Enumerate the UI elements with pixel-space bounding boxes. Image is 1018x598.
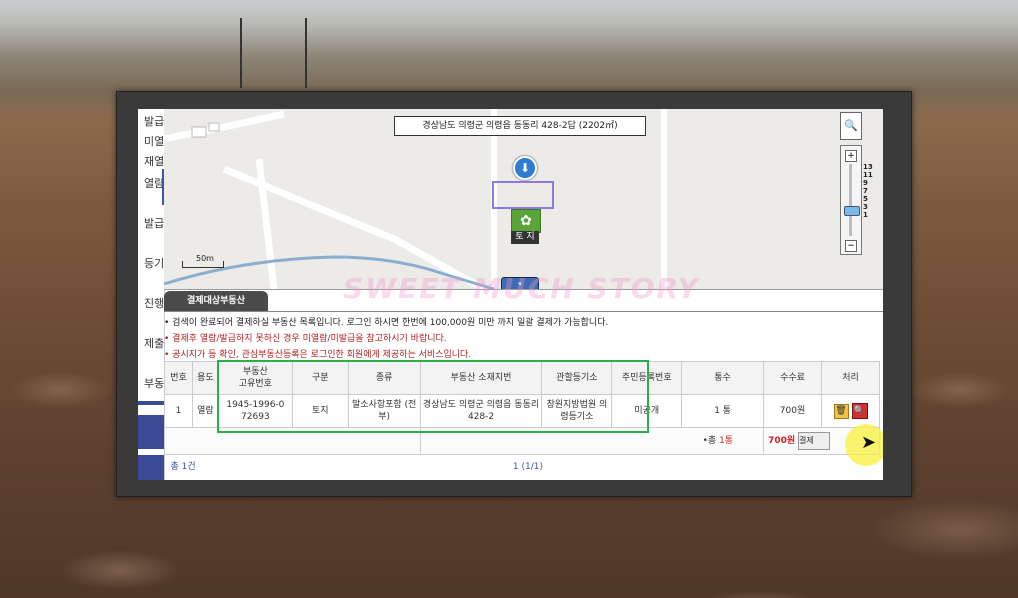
trash-icon[interactable]: 🗑 xyxy=(833,403,849,419)
warning-note: • 결제후 열람/발급하지 못하신 경우 미열람/미발급을 참고하시기 바랍니다… xyxy=(164,334,447,344)
sidebar-item-registry-apply[interactable]: 등기신 xyxy=(144,255,164,271)
warning-note: • 공시지가 등 확인, 관심부동산등록은 로그인한 회원에게 제공하는 서비스… xyxy=(164,350,472,360)
tab-payment-target[interactable]: 결제대상부동산 xyxy=(164,291,268,311)
zoom-out-button[interactable]: − xyxy=(845,240,857,252)
zoom-level-label: 1 xyxy=(863,211,868,219)
sidebar-item-submitted[interactable]: 제출등 xyxy=(144,335,164,351)
sidebar-block xyxy=(138,415,164,449)
col-header-unique-no-label: 부동산 고유번호 xyxy=(238,367,272,389)
cell-category: 토지 xyxy=(291,394,349,428)
sidebar-divider xyxy=(138,401,164,405)
footer-total-count: 총 1건 xyxy=(164,454,293,479)
table-row: 1 열람 1945-1996-0 72693 토지 말소사항포함 (전부) 경상… xyxy=(164,394,880,428)
zoom-control[interactable]: + − xyxy=(840,145,862,255)
col-header-action: 처리 xyxy=(821,361,880,395)
zoom-track[interactable] xyxy=(849,164,852,236)
zoom-levels: 13 11 9 7 5 3 1 xyxy=(863,163,873,219)
cell-copies: 1 통 xyxy=(681,394,765,428)
col-header-fee: 수수료 xyxy=(763,361,822,395)
map-address-title: 경상남도 의령군 의령읍 동동리 428-2답 (2202㎡) xyxy=(394,116,646,136)
search-icon[interactable]: 🔍 xyxy=(851,403,868,419)
summary-row: •총 1통 700원 결제 xyxy=(164,427,880,455)
cell-actions: 🗑 🔍 xyxy=(821,394,880,428)
cell-type: 말소사항포함 (전부) xyxy=(347,394,421,428)
col-header-category: 구분 xyxy=(291,361,349,395)
sidebar-block xyxy=(138,455,164,480)
map-scale-label: 50m xyxy=(196,254,214,263)
browser-viewport: 발급 미열 재열 열람 발급확 등기신 진행등 제출등 부동산 xyxy=(138,109,883,480)
zoom-level-label: 13 xyxy=(863,163,873,171)
parcel-highlight xyxy=(492,181,554,209)
map-view[interactable]: 경상남도 의령군 의령읍 동동리 428-2답 (2202㎡) 50m ⬇ ✿ … xyxy=(164,109,883,290)
table-footer-row: 총 1건 1 (1/1) xyxy=(164,454,880,479)
zoom-slider-handle[interactable] xyxy=(844,206,860,216)
col-header-resident-no: 주민등록번호 xyxy=(611,361,683,395)
cell-resident-no: 미공개 xyxy=(611,394,683,428)
section-divider xyxy=(164,311,883,312)
cell-unique-no: 1945-1996-0 72693 xyxy=(217,394,293,428)
summary-spacer xyxy=(164,427,421,455)
power-tower xyxy=(305,18,307,88)
zoom-level-label: 3 xyxy=(863,203,868,211)
cell-address: 경상남도 의령군 의령읍 동동리 428-2 xyxy=(419,394,543,428)
sidebar-item-unviewed[interactable]: 미열 xyxy=(144,133,164,149)
col-header-use: 용도 xyxy=(191,361,219,395)
land-marker-icon[interactable]: ✿ xyxy=(511,209,541,233)
sidebar-item-issue-confirm[interactable]: 발급확 xyxy=(144,215,164,231)
pay-button[interactable]: 결제 xyxy=(798,432,831,450)
power-tower xyxy=(240,18,242,88)
summary-copies-label: •총 xyxy=(702,436,717,446)
watermark-text: SWEET MUCH STORY xyxy=(343,272,700,305)
zoom-level-label: 9 xyxy=(863,179,868,187)
col-header-type: 종류 xyxy=(347,361,421,395)
map-search-icon[interactable]: 🔍 xyxy=(840,112,862,140)
summary-copies: •총 1통 xyxy=(419,427,765,455)
mouse-cursor-icon: ➤ xyxy=(861,432,877,453)
monitor-frame: 발급 미열 재열 열람 발급확 등기신 진행등 제출등 부동산 xyxy=(116,91,912,497)
zoom-level-label: 5 xyxy=(863,195,868,203)
summary-fee-value: 700원 xyxy=(768,436,796,446)
sidebar-item-in-progress[interactable]: 진행등 xyxy=(144,295,164,311)
cell-fee: 700원 xyxy=(763,394,822,428)
col-header-registry: 관할등기소 xyxy=(541,361,613,395)
col-header-no: 번호 xyxy=(164,361,193,395)
sidebar-item-realestate[interactable]: 부동산 xyxy=(144,375,164,391)
pagination[interactable]: 1 (1/1) xyxy=(292,454,764,479)
cell-registry: 창원지방법원 의령등기소 xyxy=(541,394,613,428)
zoom-level-label: 7 xyxy=(863,187,868,195)
left-sidebar: 발급 미열 재열 열람 발급확 등기신 진행등 제출등 부동산 xyxy=(138,109,170,480)
location-pin-icon[interactable]: ⬇ xyxy=(513,156,537,180)
sidebar-item-reviewed[interactable]: 재열 xyxy=(144,153,164,169)
payment-table: 번호 용도 부동산 고유번호 구분 종류 부동산 소재지번 관할등기소 주민등록… xyxy=(164,361,880,479)
cell-no: 1 xyxy=(164,394,193,428)
sidebar-item-issue[interactable]: 발급 xyxy=(144,113,164,129)
col-header-unique-no: 부동산 고유번호 xyxy=(217,361,293,395)
info-note: • 검색이 완료되어 결제하실 부동산 목록입니다. 로그인 하시면 한번에 1… xyxy=(164,318,609,328)
table-header-row: 번호 용도 부동산 고유번호 구분 종류 부동산 소재지번 관할등기소 주민등록… xyxy=(164,361,880,395)
summary-copies-value: 1통 xyxy=(719,436,734,446)
land-marker-label: 토 지 xyxy=(511,231,539,244)
col-header-copies: 통수 xyxy=(681,361,765,395)
col-header-address: 부동산 소재지번 xyxy=(419,361,543,395)
zoom-level-label: 11 xyxy=(863,171,873,179)
cell-use: 열람 xyxy=(191,394,219,428)
sidebar-item-view[interactable]: 열람 xyxy=(144,175,164,191)
zoom-in-button[interactable]: + xyxy=(845,150,857,162)
